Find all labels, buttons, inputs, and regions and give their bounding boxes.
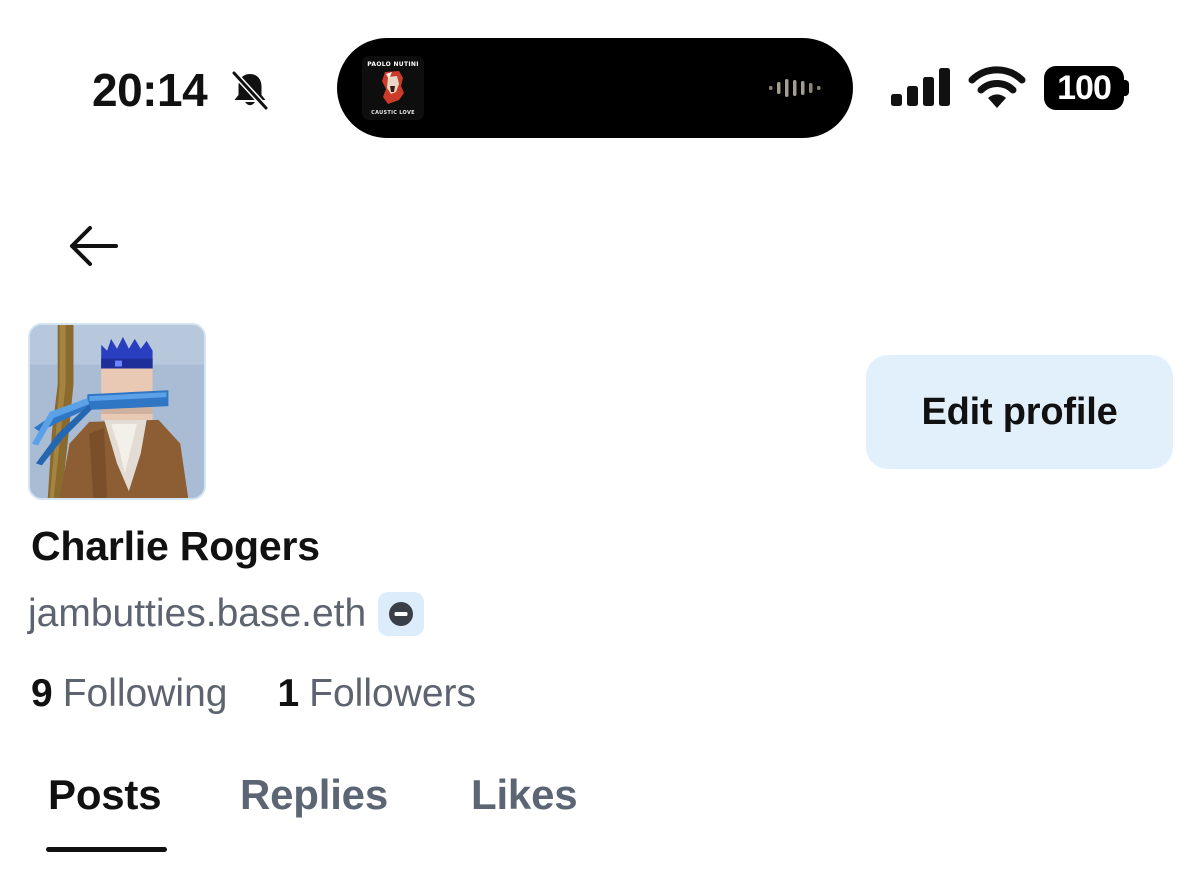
battery-level: 100 [1057,69,1112,107]
followers-stat[interactable]: 1 Followers [277,669,476,719]
album-title: CAUSTIC LOVE [371,110,415,116]
following-label: Following [62,672,228,715]
followers-count: 1 [277,672,300,715]
battery-tip [1124,80,1129,96]
tab-replies[interactable]: Replies [240,768,388,822]
profile-handle: jambutties.base.eth [28,592,367,635]
tab-likes[interactable]: Likes [471,768,578,822]
following-count: 9 [31,672,53,715]
avatar[interactable] [28,323,206,500]
battery-icon: 100 [1044,66,1124,110]
edit-profile-button[interactable]: Edit profile [866,355,1173,469]
album-art[interactable]: PAOLO NUTINI CAUSTIC LOVE [362,56,424,120]
tab-posts[interactable]: Posts [48,768,162,822]
status-time: 20:14 [92,64,208,116]
album-artist: PAOLO NUTINI [367,61,419,68]
album-portrait [382,71,404,104]
handle-badge[interactable] [378,592,425,636]
avatar-image [30,325,204,498]
signal-icon [891,68,950,106]
handle-row: jambutties.base.eth [28,589,425,639]
display-name: Charlie Rogers [31,523,320,569]
minus-circle-icon [389,602,414,626]
dynamic-island[interactable]: PAOLO NUTINI CAUSTIC LOVE [337,38,853,138]
wifi-icon [968,66,1026,108]
waveform-icon [769,79,821,97]
bell-slash-icon [231,70,269,111]
followers-label: Followers [309,672,477,715]
arrow-left-icon [70,226,118,266]
follow-stats: 9 Following 1 Followers [31,669,476,719]
back-button[interactable] [60,216,126,276]
following-stat[interactable]: 9 Following [31,669,227,719]
active-tab-indicator [46,847,167,852]
